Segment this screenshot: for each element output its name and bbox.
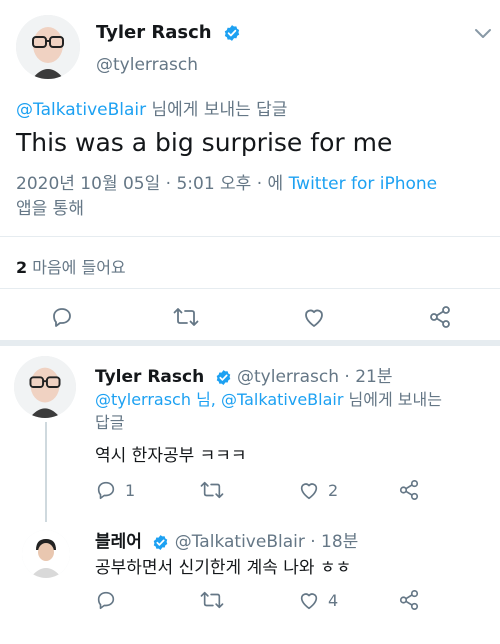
avatar[interactable] bbox=[22, 530, 70, 578]
display-name: 블레어 bbox=[95, 532, 142, 552]
heart-icon bbox=[305, 309, 323, 327]
handle-time: @TalkativeBlair · 18분 bbox=[174, 532, 359, 552]
like-button[interactable] bbox=[302, 305, 326, 329]
likes-count: 2 bbox=[16, 258, 28, 277]
mention-link[interactable]: @tylerrasch bbox=[95, 390, 191, 409]
reply-context-text: 님에게 보내는 답글 bbox=[146, 100, 288, 120]
retweet-button[interactable] bbox=[200, 589, 224, 611]
reply-header[interactable]: Tyler Rasch @tylerrasch · 21분 bbox=[95, 362, 392, 387]
reply-button[interactable] bbox=[95, 589, 117, 611]
verified-badge-icon bbox=[154, 534, 168, 550]
reply-header[interactable]: 블레어 @TalkativeBlair · 18분 bbox=[95, 527, 358, 552]
mention-link[interactable]: @TalkativeBlair bbox=[221, 390, 343, 409]
retweet-button[interactable] bbox=[173, 305, 199, 329]
reply-context-text: 님에게 보내는 bbox=[343, 390, 442, 409]
heart-icon bbox=[300, 593, 318, 610]
timestamp: 2020년 10월 05일 · 5:01 오후 · 에 bbox=[16, 174, 289, 194]
like-button[interactable]: 4 bbox=[298, 589, 338, 611]
thread-line bbox=[45, 422, 47, 522]
share-icon bbox=[399, 590, 419, 610]
retweet-icon bbox=[173, 308, 199, 326]
handle-time: @tylerrasch · 21분 bbox=[237, 367, 393, 387]
mention-separator: 님, bbox=[190, 390, 221, 409]
author-name[interactable]: Tyler Rasch bbox=[96, 22, 241, 43]
reply-icon bbox=[53, 308, 71, 327]
display-name: Tyler Rasch bbox=[95, 367, 205, 387]
display-name: Tyler Rasch bbox=[96, 22, 212, 43]
source-link[interactable]: Twitter for iPhone bbox=[289, 174, 438, 194]
retweet-icon bbox=[200, 591, 224, 609]
likes-summary[interactable]: 2 마음에 들어요 bbox=[16, 254, 126, 278]
tweet-meta: 2020년 10월 05일 · 5:01 오후 · 에 Twitter for … bbox=[16, 172, 486, 222]
reply-icon bbox=[97, 591, 115, 610]
reply-button[interactable] bbox=[50, 305, 74, 329]
mention-link[interactable]: @TalkativeBlair bbox=[16, 100, 146, 120]
heart-icon bbox=[300, 483, 318, 500]
reply-context: @tylerrasch 님, @TalkativeBlair 님에게 보내는 답… bbox=[95, 388, 490, 434]
retweet-button[interactable] bbox=[200, 479, 224, 501]
divider bbox=[0, 236, 500, 237]
like-count: 2 bbox=[328, 480, 339, 500]
retweet-icon bbox=[200, 481, 224, 499]
like-button[interactable]: 2 bbox=[298, 479, 338, 501]
avatar-image bbox=[14, 356, 76, 418]
reply-count: 1 bbox=[125, 480, 136, 500]
chevron-down-icon[interactable] bbox=[474, 28, 492, 40]
reply-icon bbox=[97, 481, 115, 500]
reply-text: 역시 한자공부 ㅋㅋㅋ bbox=[95, 446, 247, 466]
author-handle[interactable]: @tylerrasch bbox=[96, 55, 198, 75]
reply-context-text: 답글 bbox=[95, 413, 125, 432]
avatar[interactable] bbox=[14, 356, 76, 418]
verified-badge-icon bbox=[224, 25, 240, 41]
reply-context: @TalkativeBlair 님에게 보내는 답글 bbox=[16, 95, 287, 120]
reply-button[interactable]: 1 bbox=[95, 479, 135, 501]
avatar[interactable] bbox=[16, 15, 80, 79]
share-button[interactable] bbox=[398, 479, 420, 501]
source-suffix: 앱을 통해 bbox=[16, 199, 84, 219]
likes-label: 마음에 들어요 bbox=[27, 258, 126, 277]
section-divider bbox=[0, 340, 500, 346]
tweet-text: This was a big surprise for me bbox=[16, 128, 393, 157]
reply-text: 공부하면서 신기한게 계속 나와 ㅎㅎ bbox=[95, 558, 352, 578]
divider bbox=[0, 288, 500, 289]
share-icon bbox=[399, 480, 419, 500]
share-button[interactable] bbox=[428, 305, 452, 329]
share-icon bbox=[430, 306, 450, 328]
verified-badge-icon bbox=[216, 369, 230, 385]
avatar-image bbox=[16, 15, 80, 79]
like-count: 4 bbox=[328, 590, 339, 610]
share-button[interactable] bbox=[398, 589, 420, 611]
avatar-image bbox=[22, 530, 70, 578]
